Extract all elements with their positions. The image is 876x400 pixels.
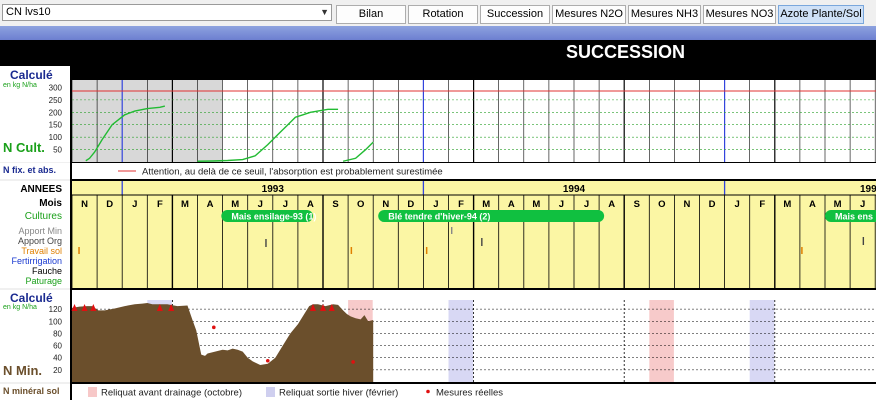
month-label: F bbox=[458, 199, 464, 210]
year-cell-next bbox=[724, 181, 876, 195]
legend-label-drainage: Reliquat avant drainage (octobre) bbox=[101, 388, 242, 399]
travail-sol-mark bbox=[425, 247, 428, 254]
month-label: J bbox=[559, 199, 564, 210]
apport-mark bbox=[862, 237, 865, 245]
legend-swatch-sortie-hiver bbox=[266, 387, 275, 397]
year-label: 1993 bbox=[262, 184, 285, 195]
month-label: N bbox=[684, 199, 691, 210]
month-label: O bbox=[357, 199, 364, 210]
apport-mark bbox=[481, 238, 483, 246]
measure-point bbox=[351, 360, 355, 364]
month-label: M bbox=[532, 199, 540, 210]
month-label: A bbox=[809, 199, 816, 210]
month-label: S bbox=[332, 199, 338, 210]
month-label: J bbox=[258, 199, 263, 210]
month-label: M bbox=[783, 199, 791, 210]
n-cult-tick-label: 100 bbox=[49, 133, 63, 142]
threshold-note: Attention, au delà de ce seuil, l'absorp… bbox=[142, 167, 443, 178]
year-cell-prev bbox=[72, 181, 123, 195]
travail-sol-mark bbox=[78, 247, 80, 254]
legend-label-sortie-hiver: Reliquat sortie hiver (février) bbox=[279, 388, 398, 399]
month-label: M bbox=[482, 199, 490, 210]
year-label: 1994 bbox=[563, 184, 586, 195]
n-min-tick-label: 60 bbox=[53, 342, 62, 351]
culture-label: Mais ens bbox=[835, 212, 873, 222]
n-min-tick-label: 40 bbox=[53, 354, 62, 363]
travail-sol-mark bbox=[350, 247, 353, 254]
n-min-tick-label: 120 bbox=[49, 305, 63, 314]
travail-sol-mark bbox=[801, 247, 803, 254]
culture-label: Mais ensilage-93 (1) bbox=[231, 212, 316, 222]
month-label: D bbox=[407, 199, 414, 210]
month-label: N bbox=[382, 199, 389, 210]
legend-dot-mesures bbox=[426, 389, 430, 394]
legend-swatch-drainage bbox=[88, 387, 97, 397]
month-label: F bbox=[157, 199, 163, 210]
month-label: D bbox=[709, 199, 716, 210]
n-min-tick-label: 20 bbox=[53, 366, 62, 375]
month-label: A bbox=[608, 199, 615, 210]
n-cult-tick-label: 150 bbox=[49, 121, 63, 130]
n-cult-tick-label: 50 bbox=[53, 146, 62, 155]
month-label: J bbox=[433, 199, 438, 210]
measure-point bbox=[212, 325, 216, 330]
month-label: J bbox=[132, 199, 137, 210]
month-label: M bbox=[181, 199, 189, 210]
month-label: N bbox=[81, 199, 88, 210]
month-label: A bbox=[508, 199, 515, 210]
n-min-tick-label: 100 bbox=[49, 317, 63, 326]
apport-mark bbox=[451, 227, 453, 234]
month-label: A bbox=[307, 199, 314, 210]
year-label: 199 bbox=[860, 184, 876, 195]
n-cult-tick-label: 300 bbox=[49, 83, 63, 92]
n-min-tick-label: 80 bbox=[53, 329, 62, 338]
month-label: J bbox=[584, 199, 589, 210]
month-label: D bbox=[106, 199, 113, 210]
legend-label-mesures: Mesures réelles bbox=[436, 388, 503, 399]
month-label: O bbox=[658, 199, 665, 210]
n-cult-tick-label: 250 bbox=[49, 96, 63, 105]
month-label: M bbox=[834, 199, 842, 210]
month-label: J bbox=[860, 199, 865, 210]
month-label: M bbox=[231, 199, 239, 210]
succession-chart: 300 250 200 150 100 50 Attention, au delà de … bbox=[49, 66, 876, 400]
apport-mark bbox=[265, 239, 267, 247]
month-label: S bbox=[634, 199, 640, 210]
month-label: F bbox=[759, 199, 765, 210]
month-label: J bbox=[735, 199, 740, 210]
n-cult-tick-label: 200 bbox=[49, 108, 63, 117]
month-label: J bbox=[283, 199, 288, 210]
month-label: A bbox=[207, 199, 214, 210]
measure-point bbox=[265, 358, 270, 363]
culture-label: Blé tendre d'hiver-94 (2) bbox=[388, 212, 490, 222]
